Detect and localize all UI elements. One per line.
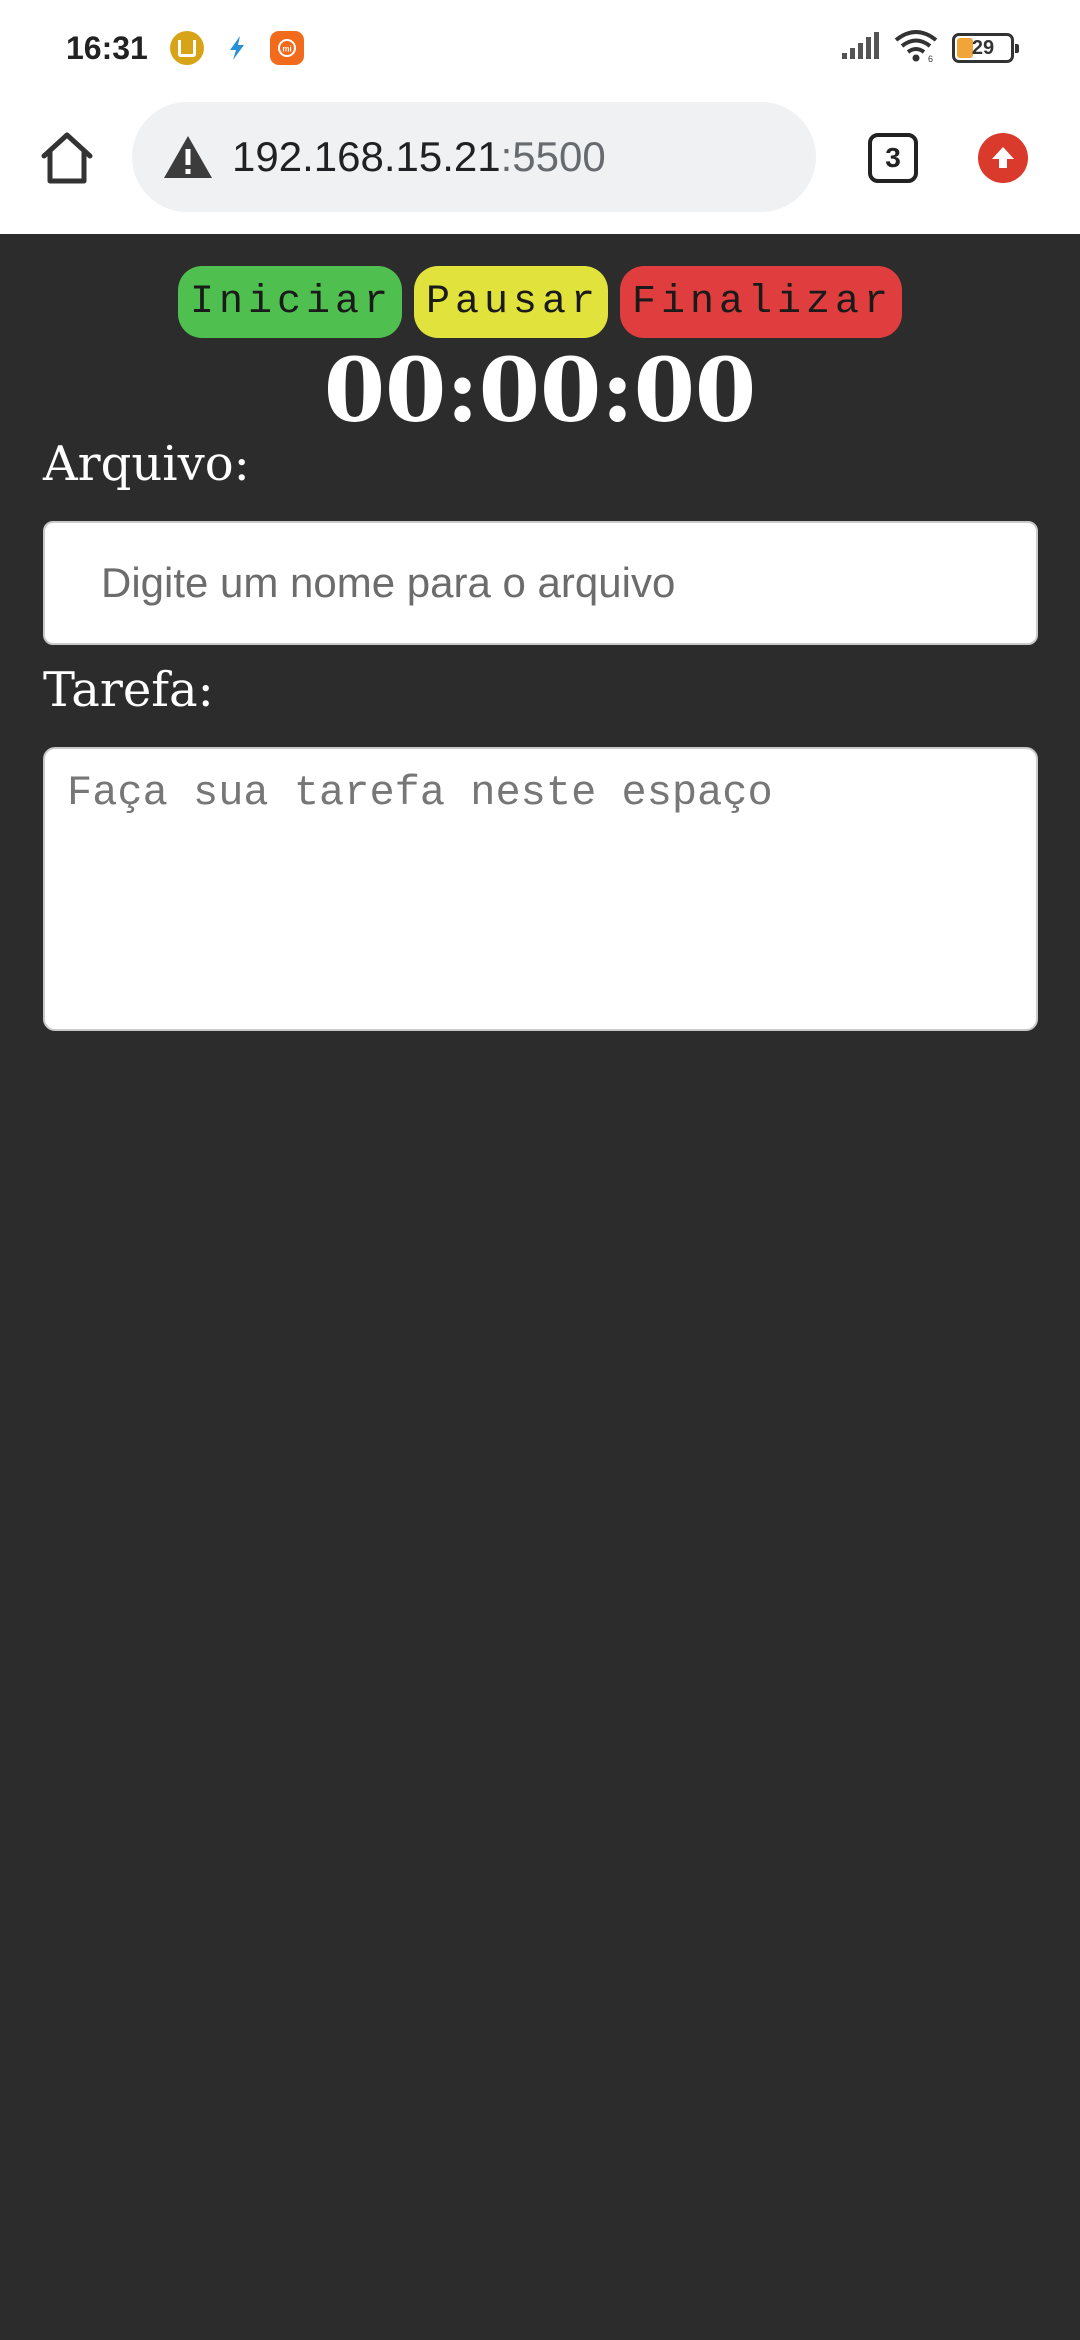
download-notification-icon xyxy=(169,31,204,65)
svg-text:6: 6 xyxy=(928,54,933,63)
warning-icon[interactable] xyxy=(162,134,214,180)
tab-count: 3 xyxy=(885,142,901,173)
start-button[interactable]: Iniciar xyxy=(178,266,402,338)
browser-toolbar: 192.168.15.21:5500 3 xyxy=(0,96,1080,234)
task-textarea[interactable] xyxy=(43,747,1038,1031)
pause-button[interactable]: Pausar xyxy=(414,266,608,338)
home-icon xyxy=(41,132,93,184)
url-host: 192.168.15.21 xyxy=(232,133,501,180)
svg-text:mi: mi xyxy=(282,45,291,54)
status-time: 16:31 xyxy=(66,29,148,66)
timer-display: 00:00:00 xyxy=(323,338,757,442)
page-content: Iniciar Pausar Finalizar 00:00:00 Arquiv… xyxy=(0,234,1080,2340)
battery-icon: 29 xyxy=(952,33,1019,63)
mi-notification-icon: mi xyxy=(269,31,304,65)
status-indicators: 6 29 xyxy=(840,29,1019,68)
task-label: Tarefa: xyxy=(43,662,214,718)
update-button[interactable] xyxy=(978,133,1028,183)
battery-level: 29 xyxy=(971,36,995,59)
file-name-input[interactable] xyxy=(43,521,1038,645)
signal-icon xyxy=(840,31,880,66)
wifi-icon: 6 xyxy=(894,29,938,68)
app-notification-icon xyxy=(220,31,254,65)
timer-controls: Iniciar Pausar Finalizar xyxy=(0,266,1080,338)
status-bar: 16:31 mi 6 29 xyxy=(0,0,1080,96)
update-arrow-icon xyxy=(992,147,1014,168)
url-text: 192.168.15.21:5500 xyxy=(232,133,606,181)
url-port: :5500 xyxy=(500,133,606,180)
url-bar[interactable]: 192.168.15.21:5500 xyxy=(132,102,816,212)
tabs-button[interactable]: 3 xyxy=(868,133,918,183)
file-label: Arquivo: xyxy=(43,436,250,492)
finish-button[interactable]: Finalizar xyxy=(620,266,902,338)
home-button[interactable] xyxy=(38,130,96,186)
